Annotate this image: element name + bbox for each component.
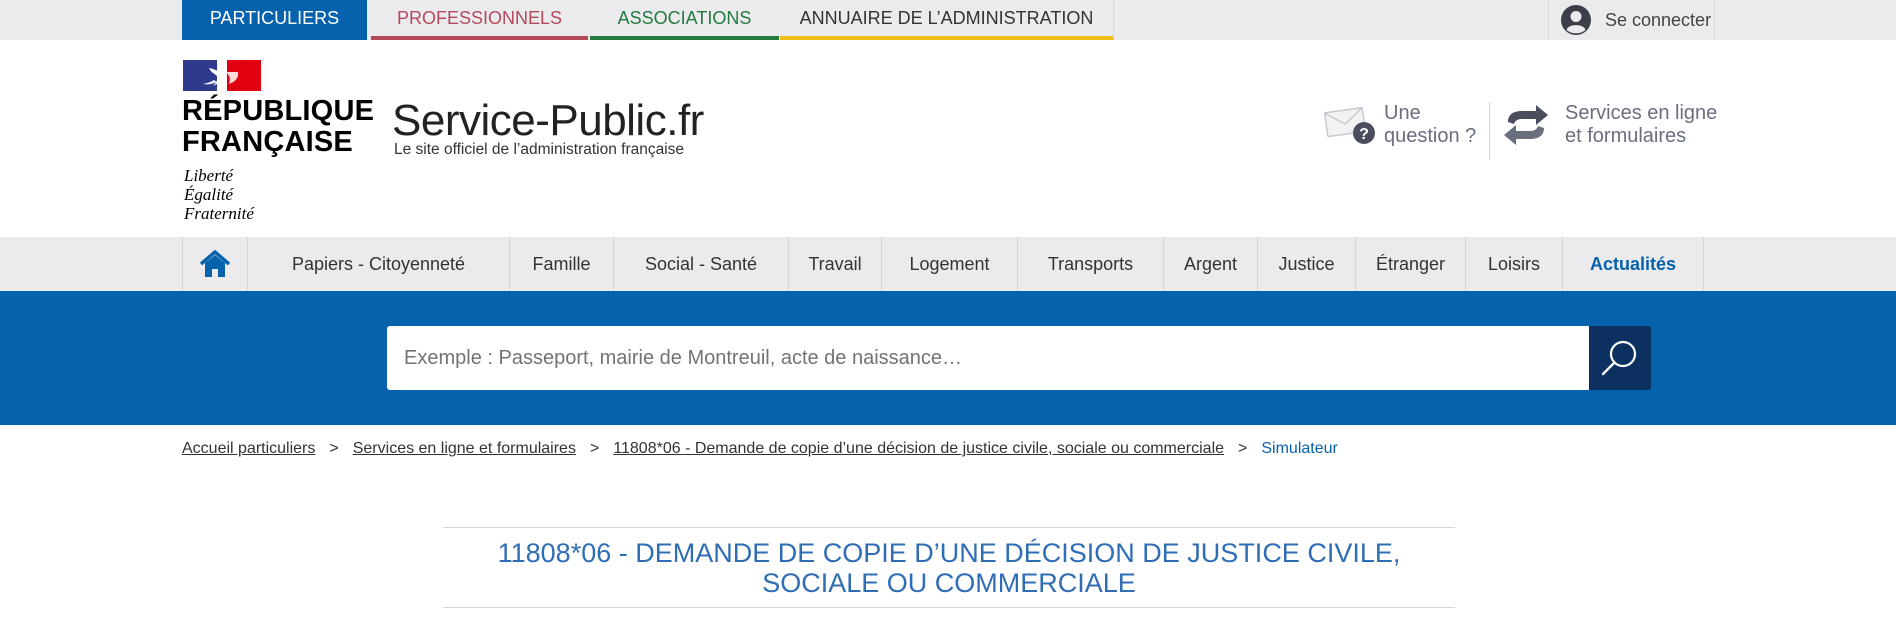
magnifier-icon — [1601, 340, 1637, 376]
question-label: Une question ? — [1384, 102, 1479, 148]
marianne-flag-logo[interactable] — [183, 60, 261, 91]
nav-item-famille[interactable]: Famille — [510, 237, 614, 291]
nav-item-actualites[interactable]: Actualités — [1563, 237, 1704, 291]
nav-item-travail[interactable]: Travail — [789, 237, 882, 291]
nav-item-argent[interactable]: Argent — [1164, 237, 1258, 291]
nav-home[interactable] — [183, 237, 248, 291]
breadcrumb-formulaire-11808[interactable]: 11808*06 - Demande de copie d’une décisi… — [613, 440, 1224, 458]
nav-item-etranger[interactable]: Étranger — [1356, 237, 1466, 291]
site-header: RÉPUBLIQUE FRANÇAISE Liberté Égalité Fra… — [0, 40, 1896, 237]
tab-annuaire[interactable]: ANNUAIRE DE L’ADMINISTRATION — [780, 0, 1114, 40]
rf-line2: FRANÇAISE — [182, 126, 353, 158]
motto-liberte: Liberté — [184, 166, 234, 185]
page-title: 11808*06 - DEMANDE DE COPIE D’UNE DÉCISI… — [497, 537, 1401, 598]
svg-text:?: ? — [1359, 126, 1369, 143]
republique-francaise-logo-text: RÉPUBLIQUE FRANÇAISE — [182, 96, 374, 158]
home-icon — [199, 250, 231, 277]
breadcrumb-services-en-ligne[interactable]: Services en ligne et formulaires — [353, 440, 576, 458]
question-link[interactable]: ? Une question ? — [1324, 102, 1479, 148]
nav-item-social-sante[interactable]: Social - Santé — [614, 237, 789, 291]
nav-item-papiers-citoyennete[interactable]: Papiers - Citoyenneté — [248, 237, 510, 291]
envelope-question-icon: ? — [1324, 106, 1375, 144]
login-label: Se connecter — [1605, 9, 1712, 30]
question-label-line1: Une — [1384, 102, 1421, 124]
services-en-ligne-link[interactable]: Services en ligne et formulaires — [1502, 102, 1735, 148]
rf-line1: RÉPUBLIQUE — [182, 95, 375, 127]
search-button[interactable] — [1589, 326, 1651, 390]
tab-particuliers[interactable]: PARTICULIERS — [182, 0, 367, 50]
breadcrumb-current: Simulateur — [1261, 440, 1338, 457]
breadcrumb-separator: > — [329, 440, 339, 457]
header-divider — [1489, 102, 1490, 160]
user-avatar-icon — [1561, 5, 1591, 35]
tab-label: ASSOCIATIONS — [617, 8, 752, 28]
tab-label: ANNUAIRE DE L’ADMINISTRATION — [799, 8, 1094, 28]
tab-label: PROFESSIONNELS — [396, 8, 563, 28]
nav-item-transports[interactable]: Transports — [1018, 237, 1164, 291]
site-name: Service-Public — [392, 96, 667, 145]
motto-fraternite: Fraternité — [184, 204, 254, 223]
breadcrumb-accueil-particuliers[interactable]: Accueil particuliers — [182, 440, 315, 458]
breadcrumb-separator: > — [589, 440, 600, 457]
services-label-line1: Services en ligne — [1565, 102, 1718, 124]
site-logo-name[interactable]: Service-Public.fr — [392, 96, 704, 146]
audience-tabs: PARTICULIERS PROFESSIONNELS ASSOCIATIONS… — [182, 0, 1114, 50]
services-label-line2: et formulaires — [1565, 125, 1687, 147]
search-input[interactable] — [387, 326, 1589, 390]
breadcrumb-separator: > — [1238, 440, 1248, 457]
audience-bar: PARTICULIERS PROFESSIONNELS ASSOCIATIONS… — [0, 0, 1896, 50]
tab-associations[interactable]: ASSOCIATIONS — [590, 0, 779, 40]
main-navigation: Papiers - Citoyenneté Famille Social - S… — [0, 237, 1896, 291]
services-label: Services en ligne et formulaires — [1565, 102, 1735, 148]
tab-professionnels[interactable]: PROFESSIONNELS — [371, 0, 588, 40]
nav-item-loisirs[interactable]: Loisirs — [1466, 237, 1563, 291]
nav-items: Papiers - Citoyenneté Famille Social - S… — [182, 237, 1704, 291]
page-title-box: 11808*06 - DEMANDE DE COPIE D’UNE DÉCISI… — [443, 527, 1455, 608]
question-label-line2: question ? — [1384, 125, 1477, 147]
nav-item-logement[interactable]: Logement — [882, 237, 1018, 291]
login-button[interactable]: Se connecter — [1548, 0, 1715, 40]
breadcrumb: Accueil particuliers > Services en ligne… — [182, 440, 1338, 458]
search-band — [0, 291, 1896, 425]
nav-item-justice[interactable]: Justice — [1258, 237, 1356, 291]
arrows-exchange-icon — [1504, 105, 1548, 145]
rf-motto: Liberté Égalité Fraternité — [184, 166, 254, 223]
site-tagline: Le site officiel de l’administration fra… — [394, 141, 685, 158]
tab-label: PARTICULIERS — [209, 8, 340, 28]
site-tld: .fr — [666, 96, 704, 145]
motto-egalite: Égalité — [184, 185, 234, 204]
